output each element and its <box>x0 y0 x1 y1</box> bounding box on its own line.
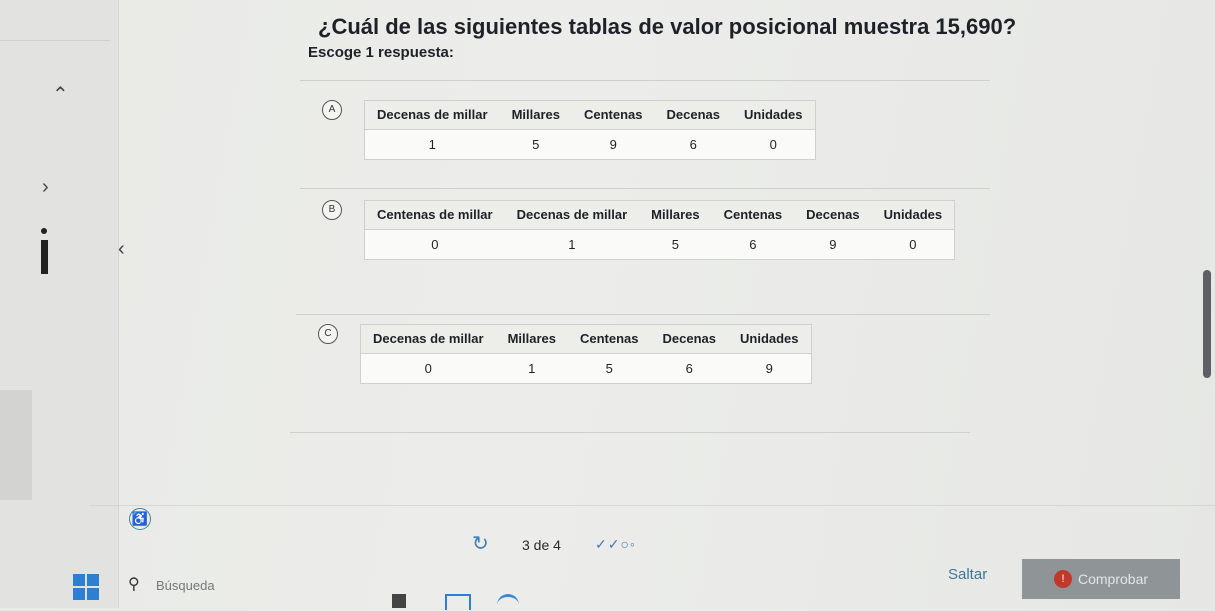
table-header: Millares <box>495 324 568 354</box>
table-cell: 9 <box>571 129 655 160</box>
table-header: Centenas <box>571 100 655 130</box>
check-button[interactable]: ! Comprobar <box>1022 559 1180 599</box>
table-header: Decenas de millar <box>504 200 640 230</box>
table-header: Millares <box>499 100 572 130</box>
footer-divider <box>90 505 1215 506</box>
option-a[interactable]: A Decenas de millar Millares Centenas De… <box>322 100 816 160</box>
table-cell: 1 <box>364 129 500 160</box>
table-row: 1 5 9 6 0 <box>364 129 816 160</box>
table-cell: 6 <box>650 353 728 384</box>
question-title: ¿Cuál de las siguientes tablas de valor … <box>318 14 1017 39</box>
table-header: Unidades <box>732 100 816 130</box>
option-letter-b: B <box>322 200 342 220</box>
table-cell: 0 <box>871 229 955 260</box>
instruction-text: Escoge 1 respuesta: <box>308 44 454 61</box>
chevron-left-icon[interactable]: ‹ <box>118 238 125 261</box>
table-cell: 6 <box>654 129 732 160</box>
divider <box>296 314 990 315</box>
divider <box>300 188 990 189</box>
table-cell: 1 <box>504 229 640 260</box>
table-cell: 5 <box>639 229 712 260</box>
table-header: Centenas <box>711 200 795 230</box>
table-header: Unidades <box>728 324 812 354</box>
table-row: 0 1 5 6 9 0 <box>364 229 955 260</box>
skip-button[interactable]: Saltar <box>948 566 987 583</box>
table-cell: 0 <box>364 229 505 260</box>
table-cell: 0 <box>360 353 496 384</box>
taskbar-app-icon[interactable] <box>392 594 406 608</box>
place-value-table-b: Centenas de millar Decenas de millar Mil… <box>364 200 956 260</box>
table-row: 0 1 5 6 9 <box>360 353 812 384</box>
place-value-table-a: Decenas de millar Millares Centenas Dece… <box>364 100 816 160</box>
divider <box>290 432 970 433</box>
option-letter-a: A <box>322 100 342 120</box>
reload-icon[interactable]: ↻ <box>472 531 494 555</box>
table-cell: 9 <box>728 353 812 384</box>
option-letter-c: C <box>318 324 338 344</box>
sidebar-card[interactable] <box>0 0 110 41</box>
taskbar-edge-icon[interactable] <box>497 594 519 611</box>
table-header: Decenas <box>794 200 872 230</box>
taskbar-search-input[interactable]: Búsqueda <box>156 578 215 593</box>
table-header: Decenas <box>654 100 732 130</box>
accessibility-icon[interactable]: ♿ <box>129 508 151 530</box>
option-c[interactable]: C Decenas de millar Millares Centenas De… <box>318 324 812 384</box>
alert-icon: ! <box>1053 570 1072 588</box>
chevron-up-icon[interactable]: ⌃ <box>52 82 69 107</box>
divider <box>300 80 990 81</box>
table-header: Millares <box>639 200 712 230</box>
table-cell: 9 <box>794 229 872 260</box>
table-header: Centenas <box>567 324 651 354</box>
table-cell: 5 <box>499 129 572 160</box>
table-cell: 1 <box>495 353 568 384</box>
table-header: Decenas de millar <box>364 100 500 130</box>
sidebar-card-lower <box>0 390 32 500</box>
table-header: Decenas de millar <box>360 324 496 354</box>
info-icon[interactable] <box>40 228 48 278</box>
table-header: Unidades <box>871 200 955 230</box>
table-cell: 0 <box>732 129 816 160</box>
check-button-label: Comprobar <box>1077 571 1149 587</box>
progress-counter: 3 de 4 <box>522 537 561 553</box>
scrollbar[interactable] <box>1203 270 1211 378</box>
table-header-row: Decenas de millar Millares Centenas Dece… <box>360 324 812 354</box>
table-header: Centenas de millar <box>364 200 505 230</box>
place-value-table-c: Decenas de millar Millares Centenas Dece… <box>360 324 812 384</box>
progress-marks: ✓✓○◦ <box>595 536 636 552</box>
table-cell: 6 <box>711 229 795 260</box>
table-cell: 5 <box>567 353 651 384</box>
table-header-row: Centenas de millar Decenas de millar Mil… <box>364 200 955 230</box>
table-header-row: Decenas de millar Millares Centenas Dece… <box>364 100 816 130</box>
chevron-right-icon[interactable]: › <box>42 176 49 199</box>
windows-start-icon[interactable] <box>73 574 99 600</box>
table-header: Decenas <box>650 324 728 354</box>
option-b[interactable]: B Centenas de millar Decenas de millar M… <box>322 200 956 260</box>
search-icon[interactable]: ⚲ <box>128 574 140 594</box>
